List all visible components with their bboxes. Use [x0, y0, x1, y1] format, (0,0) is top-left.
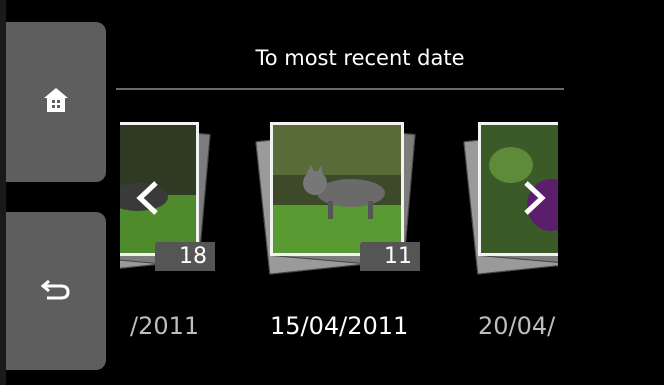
next-arrow-button[interactable] [514, 170, 554, 230]
photo-thumbnail [270, 122, 404, 256]
photo-date: 20/04/ [478, 312, 556, 340]
photo-count-badge: 11 [360, 242, 420, 271]
title-divider [116, 88, 564, 90]
photo-carousel[interactable]: 18 /2011 11 15/04/2011 20/04/ [120, 100, 558, 370]
photo-card-current[interactable]: 11 [255, 122, 420, 275]
back-button[interactable] [6, 212, 106, 370]
back-arrow-icon [39, 275, 73, 307]
home-icon [41, 85, 71, 119]
chevron-left-icon [134, 180, 162, 220]
photo-date: 15/04/2011 [270, 312, 409, 340]
chevron-right-icon [520, 180, 548, 220]
photo-count-badge: 18 [155, 242, 215, 271]
previous-arrow-button[interactable] [128, 170, 168, 230]
home-button[interactable] [6, 22, 106, 182]
page-title: To most recent date [255, 46, 465, 70]
photo-date: /2011 [130, 312, 200, 340]
